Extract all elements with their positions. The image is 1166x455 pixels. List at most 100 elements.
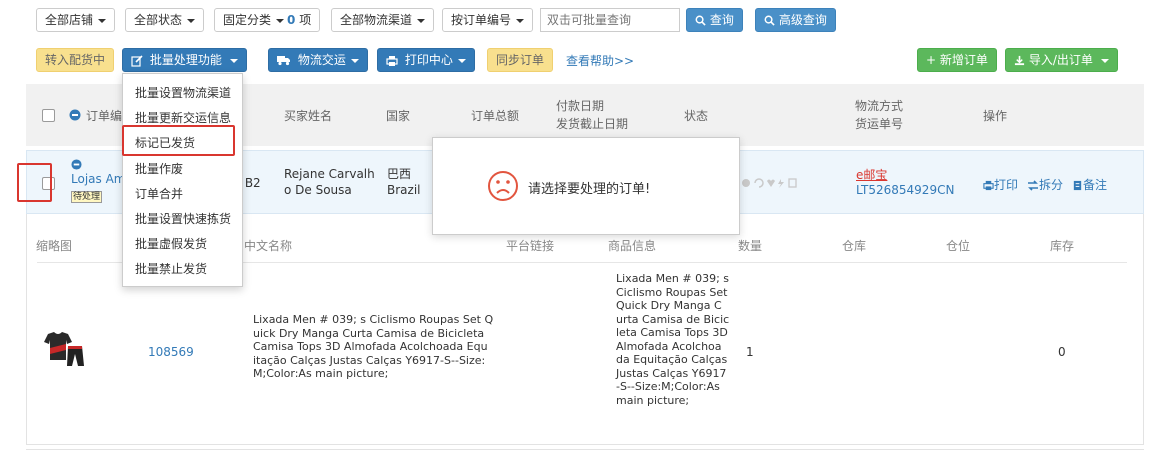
- query-button[interactable]: 查询: [686, 8, 743, 32]
- header-buyer: 买家姓名: [284, 109, 333, 123]
- collapse-all-icon[interactable]: [69, 109, 81, 121]
- print-center-button[interactable]: 打印中心: [377, 48, 475, 72]
- product-name-line: M;Color:As main picture;: [253, 367, 389, 380]
- chevron-down-icon: [1100, 58, 1109, 63]
- print-center-label: 打印中心: [404, 53, 453, 67]
- batch-query-input[interactable]: [540, 8, 680, 32]
- menu-item-quick-picking[interactable]: 批量设置快速拣货: [135, 210, 231, 227]
- transfer-to-picking-button[interactable]: 转入配货中: [36, 48, 115, 72]
- fixed-category-label: 固定分类: [223, 13, 272, 27]
- product-stock: 0: [1058, 345, 1066, 359]
- split-action[interactable]: 拆分: [1027, 176, 1063, 193]
- logistics-dispatch-button[interactable]: 物流交运: [268, 48, 368, 72]
- menu-item-set-logistics[interactable]: 批量设置物流渠道: [135, 84, 231, 101]
- batch-process-menu: 批量设置物流渠道 批量更新交运信息 标记已发货 批量作废 订单合并 批量设置快速…: [122, 73, 243, 287]
- mark-shipped-highlight: [122, 125, 235, 156]
- edit-icon: [131, 54, 143, 67]
- product-name-line: Camisa Tops 3D Almofada Acolchoada Equ: [253, 340, 488, 353]
- fixed-category-count: 0: [287, 13, 296, 27]
- split-action-label: 拆分: [1039, 178, 1064, 192]
- order-number-select-label: 按订单编号: [451, 13, 512, 27]
- chevron-down-icon: [98, 18, 107, 23]
- printer-icon: [983, 180, 994, 191]
- product-sku-link[interactable]: 108569: [148, 345, 194, 359]
- next-order-edge: [26, 449, 1144, 455]
- status-filter-dropdown[interactable]: 全部状态: [125, 8, 205, 32]
- product-info-line: -S--Size:M;Color:As: [616, 380, 720, 393]
- new-order-button[interactable]: + 新增订单: [917, 48, 997, 72]
- header-status: 状态: [684, 109, 709, 123]
- select-all-checkbox[interactable]: [42, 109, 55, 122]
- product-info-line: Almofada Acolchoa: [616, 339, 722, 353]
- logistics-channel-dropdown[interactable]: 全部物流渠道: [331, 8, 435, 32]
- header-ship-deadline: 发货截止日期: [556, 117, 629, 131]
- sync-orders-button[interactable]: 同步订单: [487, 48, 554, 72]
- print-action[interactable]: 打印: [983, 176, 1018, 193]
- order-number-select[interactable]: 按订单编号: [442, 8, 534, 32]
- detail-header-stock: 库存: [1050, 239, 1075, 253]
- advanced-query-button[interactable]: 高级查询: [755, 8, 836, 32]
- search-icon: [764, 15, 775, 26]
- alert-message: 请选择要处理的订单!: [528, 182, 651, 197]
- sad-face-icon: [488, 171, 518, 201]
- menu-item-merge-orders[interactable]: 订单合并: [135, 185, 183, 202]
- detail-header-cn-name: 中文名称: [244, 239, 293, 253]
- product-info-line: Lixada Men # 039; s: [616, 272, 730, 285]
- shop-filter-label: 全部店铺: [45, 13, 94, 27]
- buyer-name-line1: Rejane Carvalh: [284, 167, 375, 181]
- sync-orders-label: 同步订单: [496, 53, 545, 67]
- header-pay-date: 付款日期: [556, 99, 605, 113]
- search-icon: [695, 15, 706, 26]
- header-total: 订单总额: [471, 109, 520, 123]
- header-order-no: 订单编: [86, 109, 123, 123]
- chevron-down-icon: [457, 58, 466, 63]
- import-export-label: 导入/出订单: [1028, 53, 1093, 67]
- product-info-line: Ciclismo Roupas Set: [616, 285, 728, 299]
- product-info: Lixada Men # 039; s Ciclismo Roupas Set …: [616, 272, 736, 407]
- carrier-link[interactable]: e邮宝: [856, 166, 887, 183]
- split-icon: [1028, 180, 1038, 191]
- status-badge: 待处理: [71, 191, 103, 203]
- logistics-dispatch-label: 物流交运: [297, 53, 346, 67]
- chevron-down-icon: [417, 18, 426, 23]
- import-export-button[interactable]: 导入/出订单: [1005, 48, 1118, 72]
- country-en: Brazil: [387, 183, 421, 197]
- note-action[interactable]: 备注: [1072, 176, 1107, 193]
- product-name-line: Lixada Men # 039; s Ciclismo Roupas Set …: [253, 313, 494, 326]
- header-tracking-no: 货运单号: [855, 117, 904, 131]
- header-actions: 操作: [983, 109, 1008, 123]
- transfer-button-label: 转入配货中: [45, 53, 106, 67]
- fixed-category-dropdown[interactable]: 固定分类 0 项: [214, 8, 321, 32]
- product-quantity: 1: [746, 345, 754, 359]
- print-action-label: 打印: [994, 178, 1019, 192]
- help-link[interactable]: 查看帮助>>: [566, 52, 634, 69]
- order-number-fragment: B2: [241, 176, 261, 190]
- product-info-line: Quick Dry Manga C: [616, 299, 722, 312]
- order-shop-link[interactable]: Lojas Am: [71, 172, 125, 186]
- query-button-label: 查询: [709, 13, 734, 27]
- product-info-line: Justas Calças Y6917: [616, 366, 727, 380]
- detail-header-product-info: 商品信息: [608, 239, 657, 253]
- truck-icon: [277, 56, 290, 66]
- menu-item-fake-shipping[interactable]: 批量虚假发货: [135, 235, 207, 252]
- detail-header-thumbnail: 缩略图: [36, 239, 73, 253]
- country-cn: 巴西: [387, 167, 412, 181]
- collapse-icon[interactable]: [71, 159, 82, 170]
- chevron-down-icon: [229, 58, 238, 63]
- batch-process-button[interactable]: 批量处理功能: [122, 48, 247, 72]
- advanced-query-button-label: 高级查询: [778, 13, 827, 27]
- detail-header-location: 仓位: [946, 239, 971, 253]
- header-shipping-method: 物流方式: [855, 99, 904, 113]
- printer-icon: [386, 55, 398, 66]
- product-info-line: leta Camisa Tops 3D: [616, 326, 728, 339]
- product-name-line: itação Calças Justas Calças Y6917-S--Siz…: [253, 353, 486, 367]
- product-thumbnail[interactable]: [42, 330, 86, 370]
- product-name-line: uick Dry Manga Curta Camisa de Bicicleta: [253, 326, 485, 340]
- detail-header-warehouse: 仓库: [842, 239, 867, 253]
- menu-item-batch-void[interactable]: 批量作废: [135, 160, 183, 177]
- shop-filter-dropdown[interactable]: 全部店铺: [36, 8, 116, 32]
- chevron-down-icon: [276, 18, 285, 23]
- menu-item-update-dispatch[interactable]: 批量更新交运信息: [135, 109, 231, 126]
- menu-item-forbid-shipping[interactable]: 批量禁止发货: [135, 260, 207, 277]
- chevron-down-icon: [187, 18, 196, 23]
